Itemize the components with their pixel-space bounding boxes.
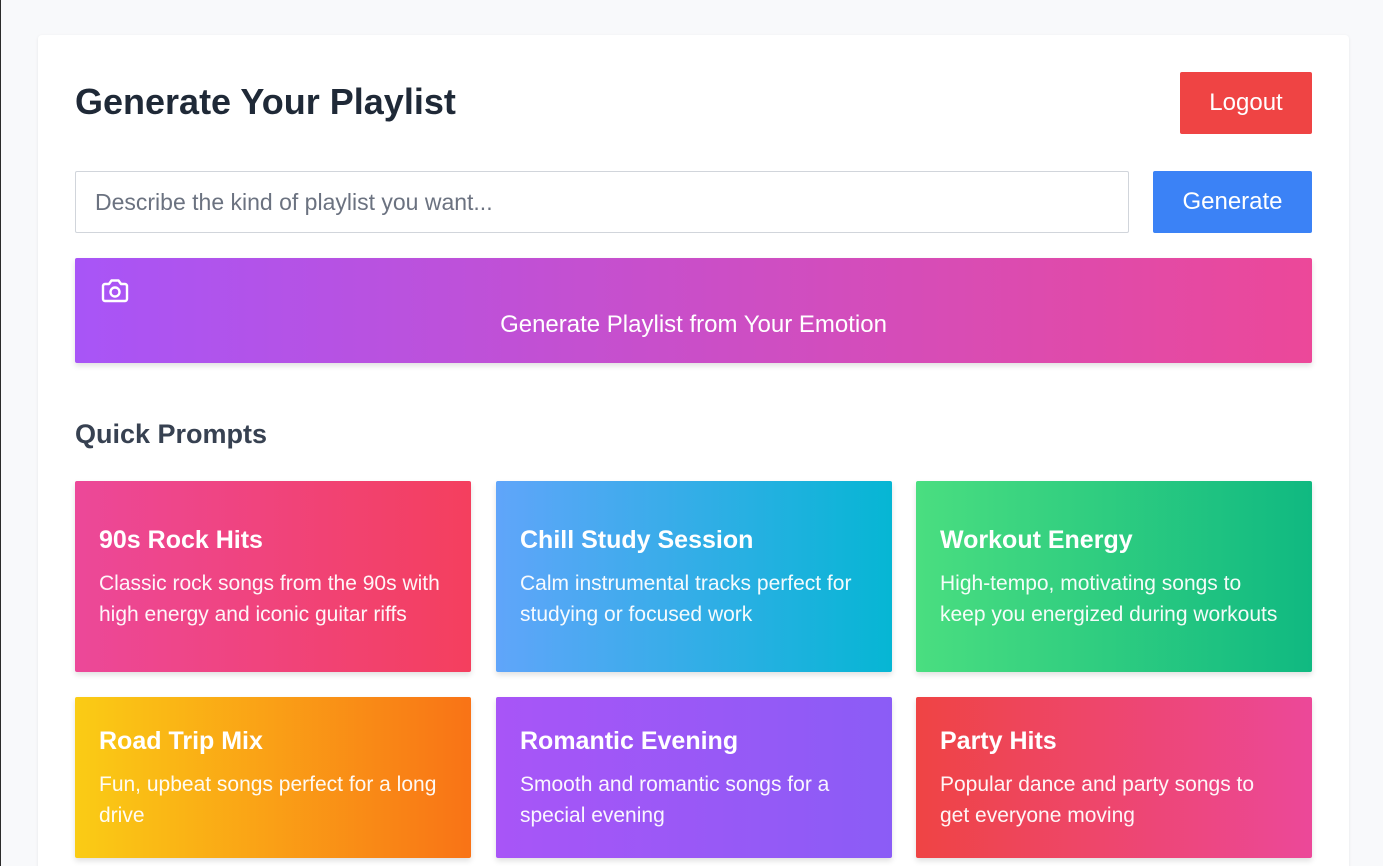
quick-prompt-title: Romantic Evening [520, 726, 739, 755]
quick-prompt-romantic-evening[interactable]: Romantic Evening Smooth and romantic son… [496, 697, 892, 858]
playlist-generator-panel: Generate Your Playlist Logout Generate G… [38, 35, 1349, 866]
page-title: Generate Your Playlist [75, 81, 456, 122]
window-edge [0, 0, 1, 866]
quick-prompt-title: 90s Rock Hits [99, 525, 263, 554]
quick-prompt-description: Popular dance and party songs to get eve… [940, 772, 1255, 827]
quick-prompts-heading: Quick Prompts [75, 419, 268, 449]
quick-prompt-title: Road Trip Mix [99, 726, 263, 755]
quick-prompt-90s-rock-hits[interactable]: 90s Rock Hits Classic rock songs from th… [75, 481, 471, 672]
quick-prompt-description: High-tempo, motivating songs to keep you… [940, 571, 1278, 626]
generate-from-emotion-button[interactable]: Generate Playlist from Your Emotion [75, 258, 1312, 363]
quick-prompt-chill-study-session[interactable]: Chill Study Session Calm instrumental tr… [496, 481, 892, 672]
generate-button[interactable]: Generate [1153, 171, 1312, 233]
playlist-prompt-input[interactable] [75, 171, 1129, 233]
quick-prompt-title: Chill Study Session [520, 525, 754, 554]
quick-prompt-workout-energy[interactable]: Workout Energy High-tempo, motivating so… [916, 481, 1312, 672]
quick-prompt-description: Classic rock songs from the 90s with hig… [99, 571, 440, 626]
quick-prompt-title: Workout Energy [940, 525, 1133, 554]
emotion-button-label: Generate Playlist from Your Emotion [500, 311, 887, 338]
logout-button[interactable]: Logout [1180, 72, 1312, 134]
quick-prompt-party-hits[interactable]: Party Hits Popular dance and party songs… [916, 697, 1312, 858]
quick-prompt-title: Party Hits [940, 726, 1057, 755]
quick-prompt-description: Smooth and romantic songs for a special … [520, 772, 830, 827]
camera-icon [101, 279, 129, 303]
quick-prompt-road-trip-mix[interactable]: Road Trip Mix Fun, upbeat songs perfect … [75, 697, 471, 858]
quick-prompt-description: Calm instrumental tracks perfect for stu… [520, 571, 852, 626]
quick-prompt-description: Fun, upbeat songs perfect for a long dri… [99, 772, 437, 827]
